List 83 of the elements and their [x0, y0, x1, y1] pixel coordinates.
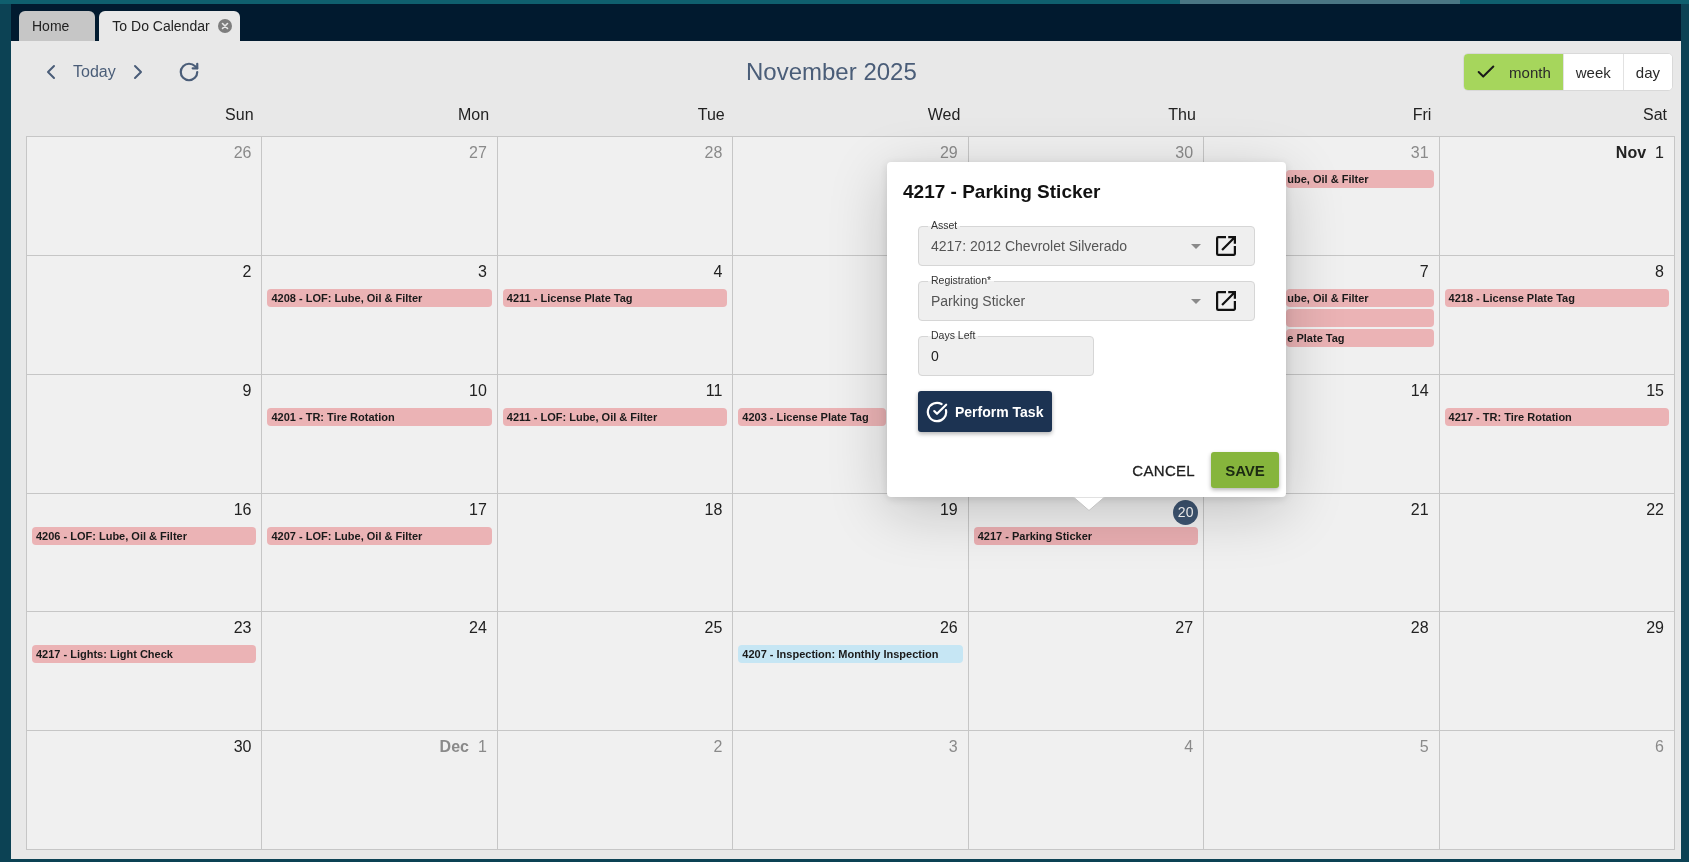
event-chip[interactable]: 4217 - Parking Sticker [973, 526, 1199, 545]
date-number: 30 [233, 737, 252, 758]
month-label: Nov [1615, 143, 1647, 163]
event-chip[interactable]: 4211 - License Plate Tag [502, 288, 728, 307]
event-chip[interactable]: 4211 - LOF: Lube, Oil & Filter [502, 407, 728, 426]
date-number: 4 [1184, 737, 1194, 758]
month-title: November 2025 [746, 58, 917, 86]
date-number: 27 [469, 143, 487, 163]
date-number: 17 [469, 499, 487, 520]
view-button[interactable]: day [1622, 54, 1672, 90]
event-chip[interactable]: ube, Oil & Filter [1286, 170, 1434, 188]
month-label: Dec [439, 737, 469, 758]
cancel-button[interactable]: CANCEL [1132, 453, 1195, 487]
event-chip[interactable]: 4217 - Lights: Light Check [32, 645, 257, 664]
date-number: 2 [713, 737, 723, 758]
date-number: 16 [233, 499, 252, 520]
weekday-header: Sat [1641, 106, 1668, 124]
date-number: 23 [233, 618, 252, 639]
date-number: 2 [242, 261, 252, 282]
tab[interactable]: Home [19, 11, 96, 41]
date-number: 5 [1419, 737, 1429, 758]
view-button[interactable]: month [1464, 54, 1563, 90]
scrollbar-thumb[interactable] [1180, 0, 1460, 4]
date-number: 18 [704, 499, 723, 520]
event-chip[interactable]: 4203 - License Plate Tag [738, 407, 887, 426]
dropdown-caret-icon[interactable] [1191, 243, 1201, 249]
event-chip[interactable]: 4208 - LOF: Lube, Oil & Filter [267, 288, 492, 307]
date-number: 24 [469, 618, 487, 639]
weekday-header: Tue [696, 106, 726, 124]
date-number: 21 [1410, 499, 1429, 520]
today-date-badge: 20 [1173, 499, 1199, 525]
date-number: 3 [948, 737, 958, 758]
date-number: 9 [242, 380, 252, 401]
date-number: 27 [1175, 618, 1194, 639]
date-number: 1 [1655, 143, 1664, 163]
date-number: 4 [713, 261, 723, 282]
event-chip[interactable]: 4206 - LOF: Lube, Oil & Filter [32, 526, 257, 545]
date-number: 3 [477, 261, 487, 282]
date-number: 7 [1419, 261, 1429, 282]
weekday-header: Fri [1411, 106, 1433, 124]
check-circle-icon [926, 400, 948, 423]
today-button[interactable]: Today [69, 63, 120, 81]
event-chip[interactable]: 4207 - LOF: Lube, Oil & Filter [267, 526, 492, 545]
date-number: 30 [1175, 143, 1194, 163]
event-chip[interactable]: 4218 - License Plate Tag [1444, 288, 1669, 307]
dropdown-caret-icon[interactable] [1191, 298, 1201, 304]
perform-task-button[interactable]: Perform Task [918, 391, 1053, 432]
refresh-icon[interactable] [177, 61, 200, 83]
event-chip[interactable]: 4207 - Inspection: Monthly Inspection [738, 645, 963, 664]
date-number: 28 [1410, 618, 1429, 639]
save-button[interactable]: SAVE [1211, 452, 1279, 488]
event-chip[interactable]: 4217 - TR: Tire Rotation [1444, 407, 1669, 426]
date-number: 26 [939, 618, 958, 639]
date-number: 15 [1646, 380, 1664, 401]
date-number: 6 [1655, 737, 1664, 758]
date-number: 31 [1410, 143, 1429, 163]
weekday-header: Thu [1167, 106, 1197, 124]
date-number: 28 [704, 143, 723, 163]
date-number: 29 [939, 143, 958, 163]
tab[interactable]: To Do Calendar [99, 11, 240, 41]
date-number: 19 [939, 499, 958, 520]
external-link-icon[interactable] [1216, 291, 1236, 311]
event-chip[interactable]: ube, Oil & Filter [1286, 288, 1434, 307]
date-number: 29 [1646, 618, 1664, 639]
dialog-title: 4217 - Parking Sticker [903, 180, 1102, 204]
date-number: 1 [477, 737, 487, 758]
date-number: 26 [233, 143, 252, 163]
weekday-header: Mon [457, 106, 491, 124]
date-number: 8 [1655, 261, 1664, 282]
date-number: 10 [469, 380, 487, 401]
select-field[interactable]: Registration* Parking Sticker [918, 274, 1255, 321]
event-chip[interactable]: e Plate Tag [1286, 328, 1434, 347]
date-number: 14 [1410, 380, 1429, 401]
weekday-header: Wed [926, 106, 962, 124]
close-icon[interactable] [217, 19, 232, 33]
date-number: 22 [1646, 499, 1664, 520]
date-number: 11 [705, 380, 723, 401]
external-link-icon[interactable] [1216, 236, 1236, 256]
select-field[interactable]: Asset 4217: 2012 Chevrolet Silverado [918, 219, 1255, 266]
event-chip[interactable]: 4201 - TR: Tire Rotation [267, 407, 492, 426]
number-field[interactable]: Days Left 0 [918, 329, 1094, 376]
date-number: 25 [704, 618, 723, 639]
weekday-header: Sun [224, 106, 255, 124]
